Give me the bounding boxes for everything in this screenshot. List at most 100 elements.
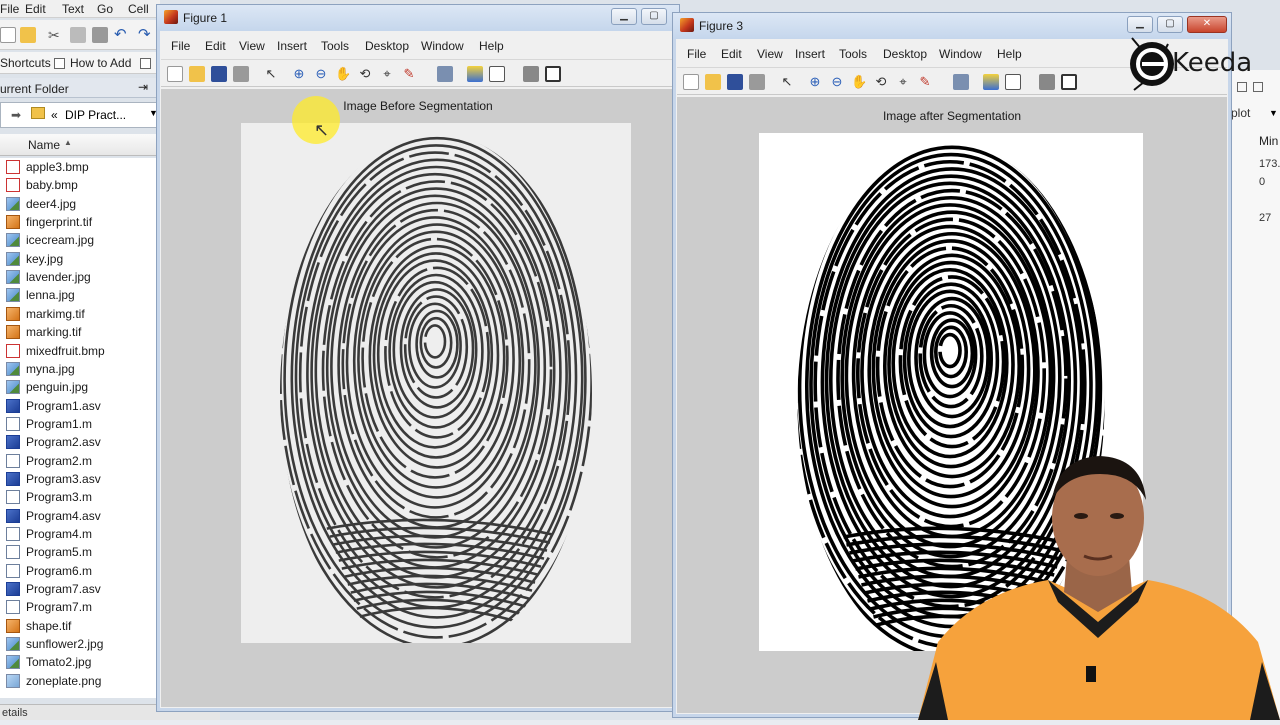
file-list-item[interactable]: deer4.jpg — [0, 195, 160, 213]
panel-menu-icon[interactable]: ⇥ — [138, 80, 148, 94]
rotate-icon[interactable]: ⟲ — [357, 66, 373, 82]
brush-icon[interactable]: ✎ — [401, 66, 417, 82]
menu-view[interactable]: View — [239, 39, 265, 53]
plot-selector[interactable]: plot — [1231, 106, 1250, 120]
file-list-item[interactable]: fingerprint.tif — [0, 213, 160, 231]
shortcut-icon[interactable] — [140, 58, 151, 69]
menu-edit[interactable]: Edit — [205, 39, 226, 53]
menu-edit[interactable]: Edit — [25, 2, 46, 16]
pan-icon[interactable]: ✋ — [851, 74, 867, 90]
menu-desktop[interactable]: Desktop — [883, 47, 927, 61]
file-list-item[interactable]: penguin.jpg — [0, 378, 160, 396]
show-tools-icon[interactable] — [1061, 74, 1077, 90]
menu-file[interactable]: File — [687, 47, 706, 61]
file-list-item[interactable]: marking.tif — [0, 323, 160, 341]
file-list-item[interactable]: Tomato2.jpg — [0, 653, 160, 671]
datacursor-icon[interactable]: ⌖ — [379, 66, 395, 82]
maximize-button[interactable]: ▢ — [641, 8, 667, 25]
new-file-icon[interactable] — [167, 66, 183, 82]
menu-help[interactable]: Help — [997, 47, 1022, 61]
pointer-icon[interactable]: ↖ — [779, 74, 795, 90]
menu-help[interactable]: Help — [479, 39, 504, 53]
file-list-item[interactable]: key.jpg — [0, 250, 160, 268]
file-list-item[interactable]: baby.bmp — [0, 176, 160, 194]
open-icon[interactable] — [189, 66, 205, 82]
undo-icon[interactable]: ↶ — [114, 27, 130, 43]
file-list-item[interactable]: Program4.m — [0, 525, 160, 543]
zoom-in-icon[interactable]: ⊕ — [807, 74, 823, 90]
zoom-out-icon[interactable]: ⊖ — [829, 74, 845, 90]
file-list-item[interactable]: lavender.jpg — [0, 268, 160, 286]
menu-cell[interactable]: Cell — [128, 2, 149, 16]
legend-icon[interactable] — [1005, 74, 1021, 90]
menu-insert[interactable]: Insert — [795, 47, 825, 61]
path-folder-name[interactable]: DIP Pract... — [65, 108, 126, 122]
file-list-item[interactable]: markimg.tif — [0, 305, 160, 323]
zoom-in-icon[interactable]: ⊕ — [291, 66, 307, 82]
file-list-item[interactable]: lenna.jpg — [0, 286, 160, 304]
menu-desktop[interactable]: Desktop — [365, 39, 409, 53]
cut-icon[interactable]: ✂ — [48, 27, 64, 43]
file-list-item[interactable]: zoneplate.png — [0, 672, 160, 690]
menu-edit[interactable]: Edit — [721, 47, 742, 61]
link-icon[interactable] — [437, 66, 453, 82]
pan-icon[interactable]: ✋ — [335, 66, 351, 82]
file-list-item[interactable]: Program2.asv — [0, 433, 160, 451]
how-to-add-link[interactable]: How to Add — [70, 56, 131, 70]
open-folder-icon[interactable] — [20, 27, 36, 43]
brush-icon[interactable]: ✎ — [917, 74, 933, 90]
file-list-item[interactable]: Program6.m — [0, 562, 160, 580]
colorbar-icon[interactable] — [983, 74, 999, 90]
hide-tools-icon[interactable] — [523, 66, 539, 82]
datacursor-icon[interactable]: ⌖ — [895, 74, 911, 90]
print-icon[interactable] — [233, 66, 249, 82]
copy-icon[interactable] — [70, 27, 86, 43]
paste-icon[interactable] — [92, 27, 108, 43]
pointer-icon[interactable]: ↖ — [263, 66, 279, 82]
save-icon[interactable] — [211, 66, 227, 82]
menu-window[interactable]: Window — [421, 39, 464, 53]
colorbar-icon[interactable] — [467, 66, 483, 82]
file-list-item[interactable]: Program4.asv — [0, 507, 160, 525]
menu-tools[interactable]: Tools — [839, 47, 867, 61]
dropdown-arrow-icon[interactable]: ▼ — [1269, 108, 1278, 118]
new-script-icon[interactable] — [0, 27, 16, 43]
print-icon[interactable] — [749, 74, 765, 90]
menu-text[interactable]: Text — [62, 2, 84, 16]
show-tools-icon[interactable] — [545, 66, 561, 82]
menu-view[interactable]: View — [757, 47, 783, 61]
path-back[interactable]: « — [51, 108, 58, 122]
menu-window[interactable]: Window — [939, 47, 982, 61]
file-list-item[interactable]: apple3.bmp — [0, 158, 160, 176]
file-list-item[interactable]: Program7.asv — [0, 580, 160, 598]
file-list-item[interactable]: Program3.m — [0, 488, 160, 506]
shortcuts-label[interactable]: Shortcuts — [0, 56, 51, 70]
file-list-item[interactable]: Program7.m — [0, 598, 160, 616]
menu-file[interactable]: File — [0, 2, 19, 16]
new-file-icon[interactable] — [683, 74, 699, 90]
menu-go[interactable]: Go — [97, 2, 113, 16]
file-list-item[interactable]: Program1.asv — [0, 397, 160, 415]
file-list-item[interactable]: icecream.jpg — [0, 231, 160, 249]
details-label[interactable]: etails — [2, 707, 28, 719]
zoom-out-icon[interactable]: ⊖ — [313, 66, 329, 82]
file-list-item[interactable]: Program2.m — [0, 452, 160, 470]
rotate-icon[interactable]: ⟲ — [873, 74, 889, 90]
save-icon[interactable] — [727, 74, 743, 90]
file-list-item[interactable]: Program1.m — [0, 415, 160, 433]
menu-file[interactable]: File — [171, 39, 190, 53]
menu-tools[interactable]: Tools — [321, 39, 349, 53]
redo-icon[interactable]: ↷ — [138, 27, 154, 43]
arrow-right-icon[interactable]: ➡ — [11, 108, 21, 122]
file-list-item[interactable]: mixedfruit.bmp — [0, 342, 160, 360]
file-list-item[interactable]: Program5.m — [0, 543, 160, 561]
hide-tools-icon[interactable] — [1039, 74, 1055, 90]
figure-1-titlebar[interactable]: Figure 1 ▁ ▢ — [157, 5, 679, 31]
legend-icon[interactable] — [489, 66, 505, 82]
name-column-header[interactable]: Name — [28, 138, 60, 152]
menu-insert[interactable]: Insert — [277, 39, 307, 53]
file-list-item[interactable]: Program3.asv — [0, 470, 160, 488]
minimize-button[interactable]: ▁ — [611, 8, 637, 25]
file-list-item[interactable]: myna.jpg — [0, 360, 160, 378]
open-icon[interactable] — [705, 74, 721, 90]
